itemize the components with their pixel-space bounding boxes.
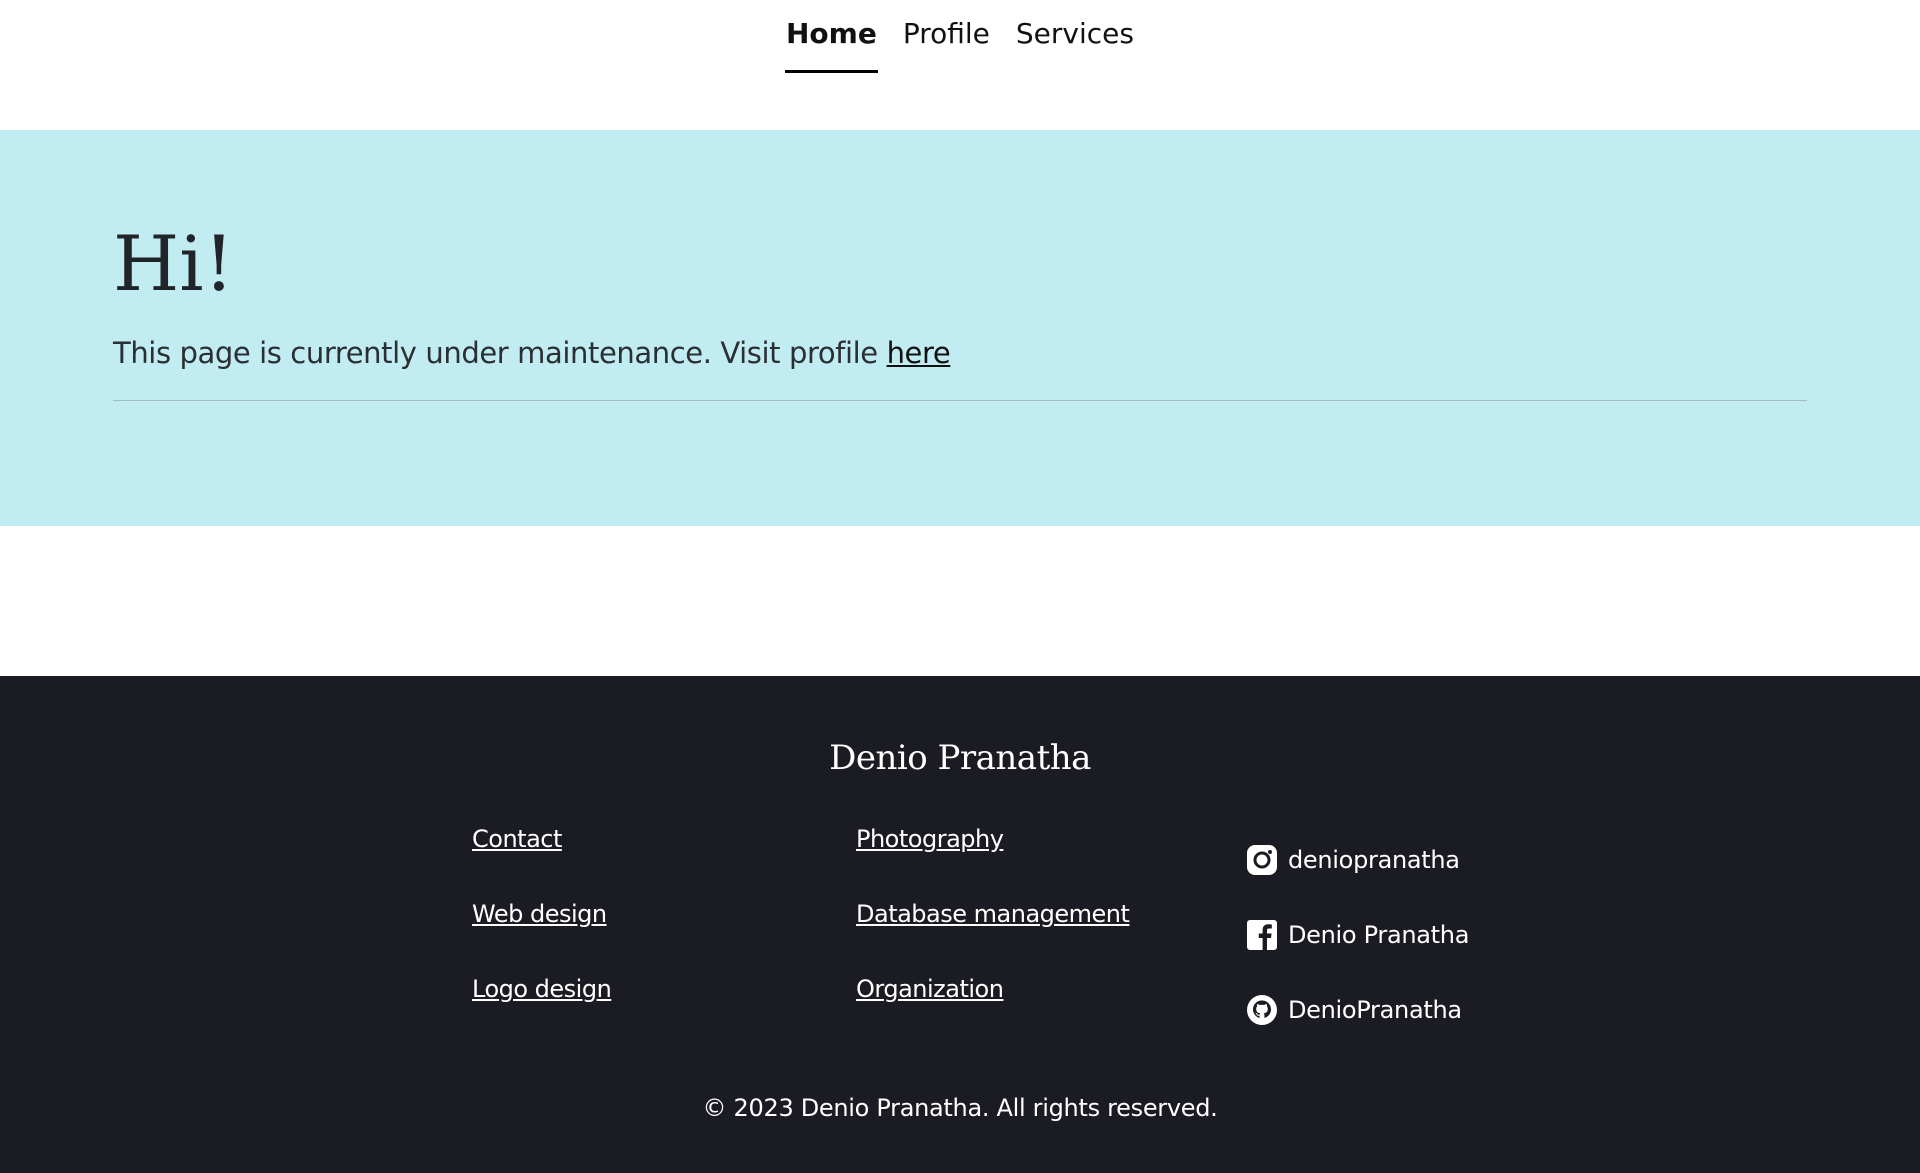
social-instagram[interactable]: deniopranatha xyxy=(1246,822,1469,897)
nav-item-home[interactable]: Home xyxy=(785,14,878,73)
hero-message: This page is currently under maintenance… xyxy=(113,336,1807,370)
profile-here-link[interactable]: here xyxy=(887,336,951,370)
footer-link-database-management[interactable]: Database management xyxy=(856,897,1130,972)
hero-section: Hi! This page is currently under mainten… xyxy=(0,130,1920,526)
social-instagram-label: deniopranatha xyxy=(1288,845,1460,874)
footer-link-photography[interactable]: Photography xyxy=(856,822,1129,897)
hero-title: Hi! xyxy=(113,219,235,308)
nav-item-profile[interactable]: Profile xyxy=(902,14,991,73)
instagram-icon xyxy=(1246,844,1278,876)
social-facebook-label: Denio Pranatha xyxy=(1288,920,1470,949)
footer-link-web-design[interactable]: Web design xyxy=(472,897,611,972)
footer-link-contact[interactable]: Contact xyxy=(472,822,611,897)
social-github-label: DenioPranatha xyxy=(1288,995,1462,1024)
copyright-text: © 2023 Denio Pranatha. All rights reserv… xyxy=(702,1094,1218,1122)
hero-message-text: This page is currently under maintenance… xyxy=(113,335,887,370)
social-facebook[interactable]: Denio Pranatha xyxy=(1246,897,1469,972)
github-icon xyxy=(1246,994,1278,1026)
social-github[interactable]: DenioPranatha xyxy=(1246,972,1469,1047)
hero-divider xyxy=(113,399,1807,401)
footer-column-2: Photography Database management Organiza… xyxy=(856,822,1130,1047)
footer-column-1: Contact Web design Logo design xyxy=(472,822,612,1047)
nav-item-services[interactable]: Services xyxy=(1015,14,1135,73)
footer-links: Contact Web design Logo design Photograp… xyxy=(0,822,1920,1052)
top-navigation: Home Profile Services xyxy=(0,0,1920,130)
footer-link-organization[interactable]: Organization xyxy=(856,972,1129,1047)
footer-link-logo-design[interactable]: Logo design xyxy=(472,972,612,1047)
footer-name: Denio Pranatha xyxy=(829,738,1091,778)
facebook-icon xyxy=(1246,919,1278,951)
footer-social-column: deniopranatha Denio Pranatha DenioPranat… xyxy=(1246,822,1469,1047)
nav-list: Home Profile Services xyxy=(785,14,1135,73)
footer: Denio Pranatha Contact Web design Logo d… xyxy=(0,676,1920,1173)
